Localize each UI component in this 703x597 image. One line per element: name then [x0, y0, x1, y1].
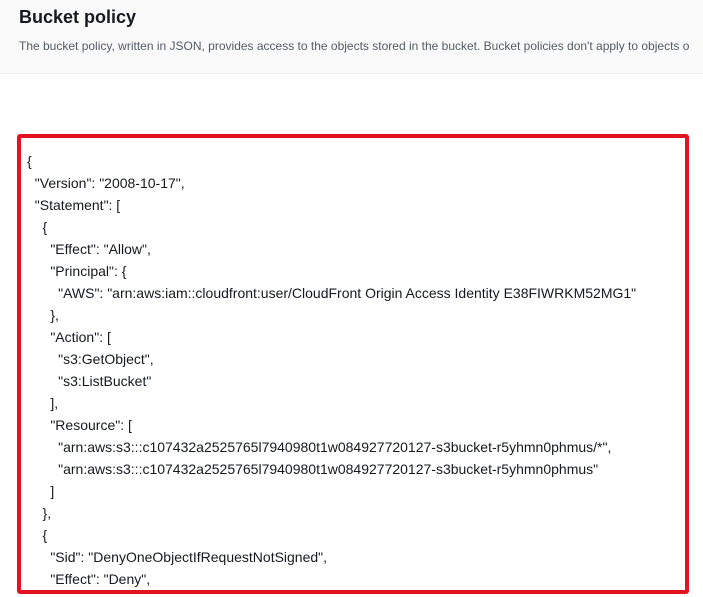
code-line[interactable]: "arn:aws:s3:::c107432a2525765l7940980t1w…: [27, 436, 636, 458]
code-line[interactable]: "arn:aws:s3:::c107432a2525765l7940980t1w…: [27, 458, 636, 480]
policy-code[interactable]: { "Version": "2008-10-17", "Statement": …: [27, 150, 636, 590]
section-description: The bucket policy, written in JSON, prov…: [19, 39, 690, 53]
code-line[interactable]: {: [27, 216, 636, 238]
code-line[interactable]: "Action": [: [27, 326, 636, 348]
code-line[interactable]: "Sid": "DenyOneObjectIfRequestNotSigned"…: [27, 546, 636, 568]
code-line[interactable]: ]: [27, 480, 636, 502]
policy-editor[interactable]: { "Version": "2008-10-17", "Statement": …: [17, 134, 689, 594]
code-line[interactable]: ],: [27, 392, 636, 414]
code-line[interactable]: "s3:ListBucket": [27, 370, 636, 392]
code-line[interactable]: },: [27, 502, 636, 524]
code-line[interactable]: {: [27, 524, 636, 546]
code-line[interactable]: "AWS": "arn:aws:iam::cloudfront:user/Clo…: [27, 282, 636, 304]
code-line[interactable]: "Effect": "Deny",: [27, 568, 636, 590]
code-line[interactable]: {: [27, 150, 636, 172]
code-line[interactable]: "Version": "2008-10-17",: [27, 172, 636, 194]
section-title: Bucket policy: [19, 7, 137, 27]
bucket-policy-header: Bucket policy The bucket policy, written…: [0, 0, 703, 74]
code-line[interactable]: "Principal": {: [27, 260, 636, 282]
code-line[interactable]: "Statement": [: [27, 194, 636, 216]
code-line[interactable]: "Effect": "Allow",: [27, 238, 636, 260]
code-line[interactable]: "s3:GetObject",: [27, 348, 636, 370]
code-line[interactable]: "Resource": [: [27, 414, 636, 436]
code-line[interactable]: },: [27, 304, 636, 326]
